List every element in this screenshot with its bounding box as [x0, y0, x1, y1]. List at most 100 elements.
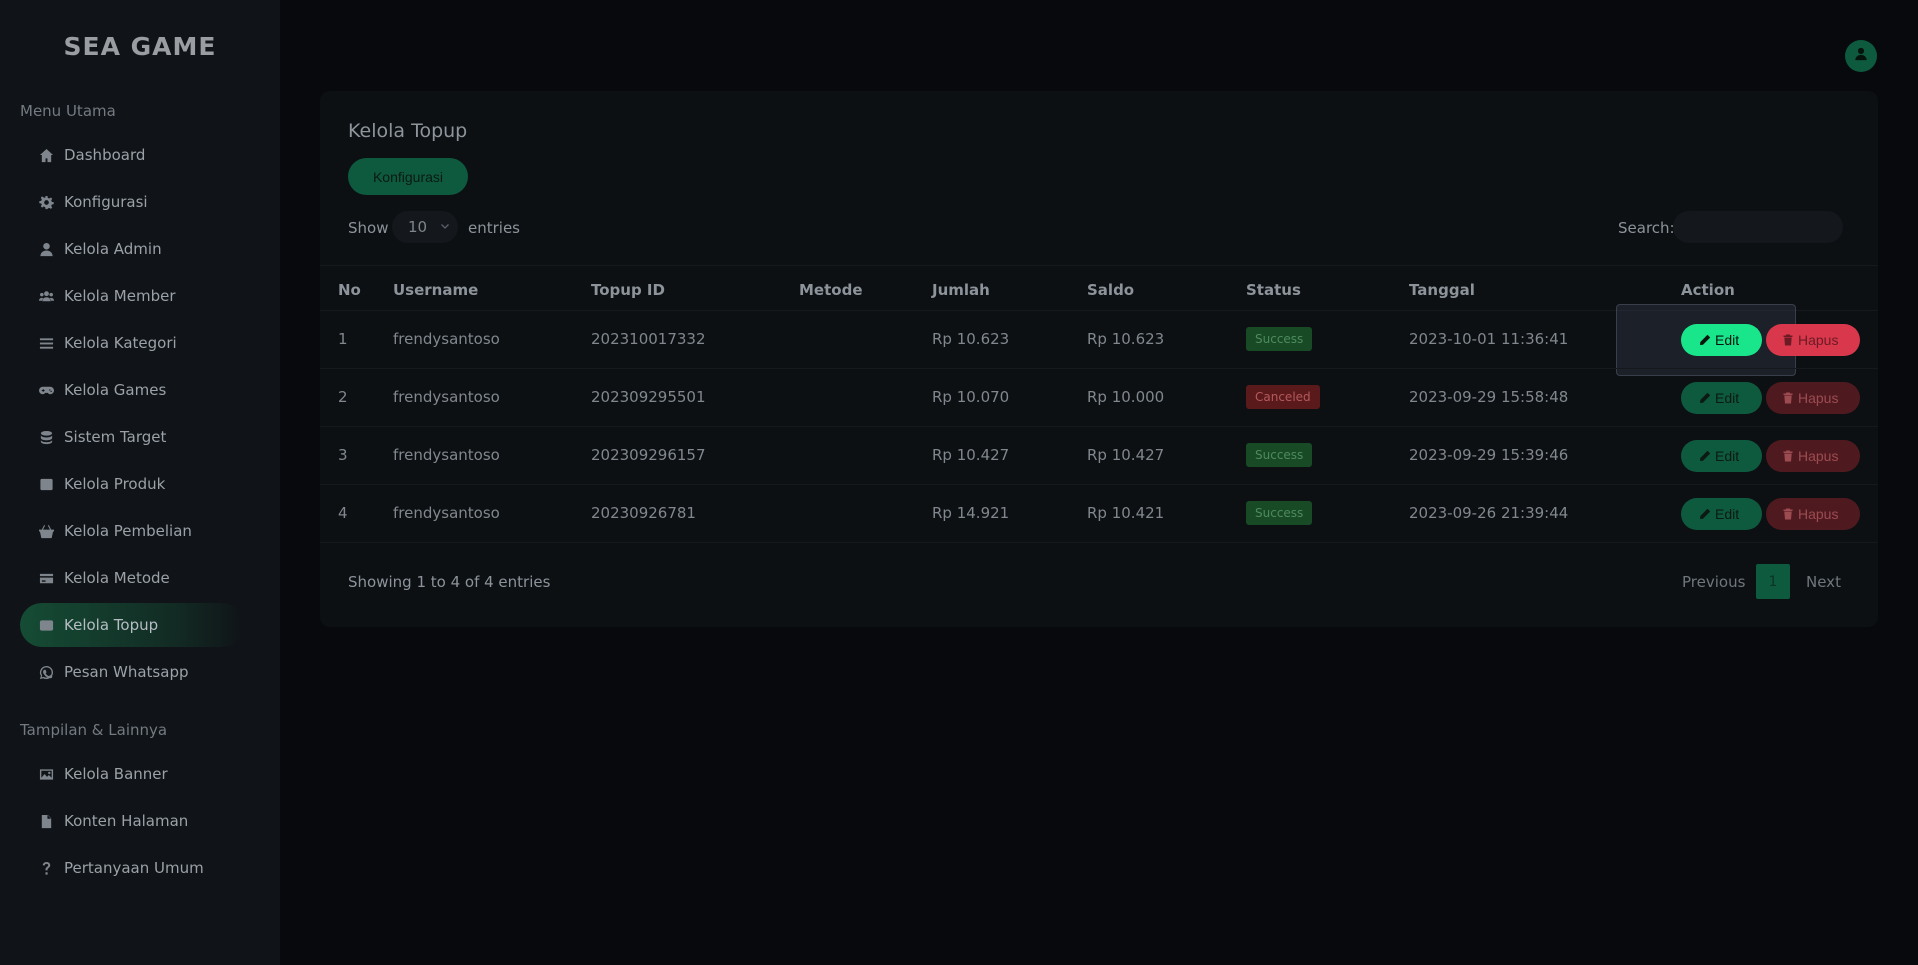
cell-no: 2: [338, 388, 348, 406]
users-icon: [38, 288, 54, 304]
sidebar-item-sistem-target[interactable]: Sistem Target: [20, 415, 244, 459]
header-saldo[interactable]: Saldo: [1087, 281, 1134, 299]
edit-label: Edit: [1715, 448, 1740, 464]
sidebar-item-kelola-banner[interactable]: Kelola Banner: [20, 752, 244, 796]
entries-select-value: 10: [408, 218, 428, 236]
cell-tanggal: 2023-10-01 11:36:41: [1409, 330, 1569, 348]
edit-button[interactable]: Edit: [1681, 440, 1762, 472]
search-label: Search:: [1618, 219, 1675, 237]
delete-button[interactable]: Hapus: [1766, 382, 1860, 414]
edit-label: Edit: [1715, 390, 1740, 406]
basket-icon: [38, 523, 54, 539]
user-avatar-button[interactable]: [1845, 40, 1877, 72]
sidebar-item-label: Kelola Admin: [64, 240, 162, 258]
sidebar-item-kelola-pembelian[interactable]: Kelola Pembelian: [20, 509, 244, 553]
edit-label: Edit: [1715, 506, 1740, 522]
sidebar-item-label: Konten Halaman: [64, 812, 189, 830]
app-logo[interactable]: SEA GAME: [0, 32, 280, 61]
sidebar-item-pertanyaan-umum[interactable]: Pertanyaan Umum: [20, 846, 244, 890]
trash-icon: [1783, 334, 1793, 346]
gamepad-icon: [38, 382, 54, 398]
sidebar-item-label: Kelola Kategori: [64, 334, 177, 352]
trash-icon: [1783, 392, 1793, 404]
sidebar-item-konfigurasi[interactable]: Konfigurasi: [20, 180, 244, 224]
topup-card: Kelola Topup Konfigurasi Show 10 entries…: [320, 91, 1878, 627]
sidebar-item-label: Kelola Metode: [64, 569, 170, 587]
sidebar-item-kelola-member[interactable]: Kelola Member: [20, 274, 244, 318]
sidebar-item-label: Sistem Target: [64, 428, 167, 446]
sidebar-item-label: Dashboard: [64, 146, 146, 164]
cell-username: frendysantoso: [393, 504, 500, 522]
header-username[interactable]: Username: [393, 281, 478, 299]
entries-per-page-select[interactable]: 10: [392, 211, 458, 243]
sidebar-item-kelola-topup[interactable]: Kelola Topup: [20, 603, 244, 647]
cell-saldo: Rp 10.623: [1087, 330, 1165, 348]
pencil-icon: [1700, 508, 1711, 519]
search-input[interactable]: [1673, 211, 1843, 243]
status-badge: Success: [1246, 443, 1313, 467]
pagination-next[interactable]: Next: [1806, 573, 1841, 591]
delete-label: Hapus: [1798, 448, 1839, 464]
sidebar-item-konten-halaman[interactable]: Konten Halaman: [20, 799, 244, 843]
edit-label: Edit: [1715, 332, 1740, 348]
sidebar-item-label: Pesan Whatsapp: [64, 663, 189, 681]
sidebar-item-kelola-kategori[interactable]: Kelola Kategori: [20, 321, 244, 365]
delete-label: Hapus: [1798, 390, 1839, 406]
user-icon: [38, 241, 54, 257]
status-badge: Success: [1246, 501, 1313, 525]
edit-button[interactable]: Edit: [1681, 498, 1762, 530]
pagination-page-1[interactable]: 1: [1756, 564, 1790, 599]
sidebar-item-label: Kelola Member: [64, 287, 176, 305]
entries-label: entries: [468, 219, 520, 237]
header-tanggal[interactable]: Tanggal: [1409, 281, 1475, 299]
sidebar-item-kelola-metode[interactable]: Kelola Metode: [20, 556, 244, 600]
delete-button[interactable]: Hapus: [1766, 324, 1860, 356]
sidebar-item-label: Konfigurasi: [64, 193, 148, 211]
header-topup-id[interactable]: Topup ID: [591, 281, 665, 299]
cell-username: frendysantoso: [393, 330, 500, 348]
cell-jumlah: Rp 10.070: [932, 388, 1010, 406]
cell-topup-id: 202309296157: [591, 446, 706, 464]
sidebar-item-dashboard[interactable]: Dashboard: [20, 133, 244, 177]
cell-saldo: Rp 10.421: [1087, 504, 1165, 522]
image-icon: [38, 766, 54, 782]
sidebar-item-label: Kelola Banner: [64, 765, 168, 783]
sidebar-item-label: Kelola Games: [64, 381, 167, 399]
konfigurasi-button[interactable]: Konfigurasi: [348, 158, 468, 195]
cell-topup-id: 20230926781: [591, 504, 696, 522]
trash-icon: [1783, 450, 1793, 462]
sidebar-item-pesan-whatsapp[interactable]: Pesan Whatsapp: [20, 650, 244, 694]
edit-button[interactable]: Edit: [1681, 382, 1762, 414]
list-icon: [38, 335, 54, 351]
header-status[interactable]: Status: [1246, 281, 1301, 299]
pagination-previous[interactable]: Previous: [1682, 573, 1745, 591]
delete-button[interactable]: Hapus: [1766, 498, 1860, 530]
delete-label: Hapus: [1798, 332, 1839, 348]
table-row: 4 frendysantoso 20230926781 Rp 14.921 Rp…: [320, 485, 1878, 543]
credit-card-icon: [38, 570, 54, 586]
cell-saldo: Rp 10.427: [1087, 446, 1165, 464]
cell-username: frendysantoso: [393, 446, 500, 464]
pagination-info: Showing 1 to 4 of 4 entries: [348, 573, 551, 591]
header-metode[interactable]: Metode: [799, 281, 863, 299]
table-row: 1 frendysantoso 202310017332 Rp 10.623 R…: [320, 311, 1878, 369]
chevron-down-icon: [441, 224, 449, 229]
header-no[interactable]: No: [338, 281, 361, 299]
cell-tanggal: 2023-09-29 15:58:48: [1409, 388, 1569, 406]
pencil-icon: [1700, 392, 1711, 403]
sidebar-item-kelola-games[interactable]: Kelola Games: [20, 368, 244, 412]
cell-topup-id: 202310017332: [591, 330, 706, 348]
delete-button[interactable]: Hapus: [1766, 440, 1860, 472]
status-badge: Success: [1246, 327, 1313, 351]
edit-button[interactable]: Edit: [1681, 324, 1762, 356]
cell-saldo: Rp 10.000: [1087, 388, 1165, 406]
cell-topup-id: 202309295501: [591, 388, 706, 406]
cell-no: 1: [338, 330, 348, 348]
show-label: Show: [348, 219, 389, 237]
pencil-icon: [1700, 334, 1711, 345]
sidebar-item-kelola-admin[interactable]: Kelola Admin: [20, 227, 244, 271]
sidebar-item-kelola-produk[interactable]: Kelola Produk: [20, 462, 244, 506]
sidebar-section-main: Menu Utama: [20, 102, 116, 120]
header-jumlah[interactable]: Jumlah: [932, 281, 990, 299]
status-badge: Canceled: [1246, 385, 1320, 409]
